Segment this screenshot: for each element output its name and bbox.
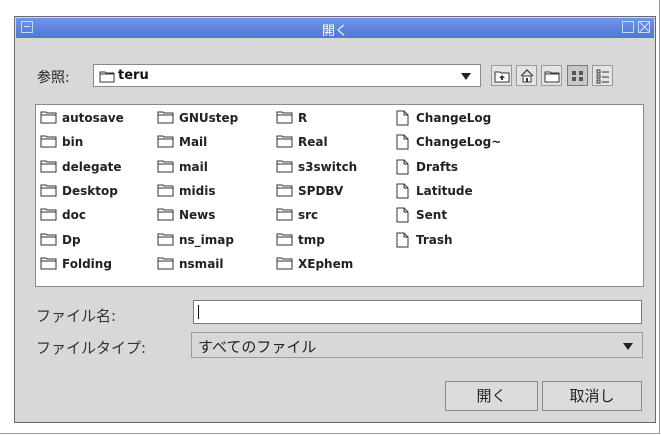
file-list-item-label: Mail bbox=[179, 135, 208, 150]
folder-icon bbox=[40, 160, 57, 173]
folder-icon bbox=[276, 184, 293, 197]
file-list-item-label: Folding bbox=[62, 256, 112, 271]
look-in-value: teru bbox=[118, 68, 149, 83]
file-list-item-label: tmp bbox=[298, 232, 325, 247]
file-list-item-label: autosave bbox=[62, 111, 124, 125]
folder-icon bbox=[40, 257, 57, 270]
file-list-item-label: Drafts bbox=[416, 159, 459, 174]
file-list[interactable]: autosave bin delegate Desktop doc Dp Folding GN… bbox=[35, 104, 644, 287]
file-list-item-label: bin bbox=[62, 135, 84, 150]
file-list-item-label: ChangeLog bbox=[416, 111, 492, 125]
file-list-item-label: SPDBV bbox=[298, 183, 344, 198]
look-in-label: 参照: bbox=[37, 70, 70, 86]
title-bar[interactable]: 開く bbox=[16, 18, 654, 39]
file-name-input[interactable] bbox=[193, 300, 642, 324]
folder-icon bbox=[157, 208, 174, 221]
file-list-item-label: Real bbox=[298, 135, 328, 150]
file-icon bbox=[396, 207, 409, 223]
open-file-dialog: 開く 参照: teru autosave bin delegate Deskto… bbox=[14, 16, 656, 423]
folder-icon bbox=[276, 233, 293, 245]
folder-icon bbox=[157, 111, 174, 124]
details-view-button[interactable] bbox=[592, 65, 613, 86]
folder-icon bbox=[40, 184, 57, 197]
chevron-down-icon bbox=[623, 343, 633, 350]
file-list-item-label: ns_imap bbox=[179, 232, 234, 247]
new-folder-button[interactable] bbox=[541, 65, 562, 86]
file-list-item-label: Trash bbox=[416, 232, 453, 247]
file-icon bbox=[396, 134, 409, 150]
folder-icon bbox=[157, 135, 174, 148]
folder-icon bbox=[40, 111, 57, 124]
new-folder-icon bbox=[544, 71, 560, 83]
file-icon bbox=[396, 183, 409, 199]
close-icon[interactable] bbox=[638, 21, 650, 33]
file-list-item-label: Sent bbox=[416, 208, 448, 223]
file-icon bbox=[396, 232, 409, 247]
file-list-item-label: delegate bbox=[62, 159, 122, 174]
folder-icon bbox=[276, 257, 293, 270]
maximize-icon[interactable] bbox=[622, 21, 634, 33]
file-list-item-label: src bbox=[298, 208, 319, 223]
file-type-label: ファイルタイプ: bbox=[36, 339, 147, 357]
file-list-item-label: Latitude bbox=[416, 183, 473, 198]
folder-icon bbox=[157, 184, 174, 197]
folder-icon bbox=[40, 135, 57, 148]
file-list-item-label: nsmail bbox=[179, 256, 224, 271]
list-view-button[interactable] bbox=[567, 65, 588, 86]
file-list-item-label: ChangeLog~ bbox=[416, 135, 502, 150]
window-title: 開く bbox=[321, 24, 348, 39]
folder-icon bbox=[40, 208, 57, 221]
folder-icon bbox=[40, 233, 57, 245]
file-type-combo[interactable]: すべてのファイル bbox=[191, 332, 643, 358]
file-list-item-label: News bbox=[179, 208, 216, 223]
home-icon bbox=[520, 69, 534, 83]
text-caret bbox=[198, 305, 199, 319]
home-button[interactable] bbox=[516, 65, 537, 86]
folder-icon bbox=[276, 111, 293, 124]
file-icon bbox=[396, 110, 409, 126]
open-button[interactable]: 開く bbox=[445, 381, 538, 411]
details-view-icon bbox=[596, 69, 609, 84]
file-type-value: すべてのファイル bbox=[198, 338, 317, 356]
up-folder-icon bbox=[494, 71, 510, 83]
list-view-icon bbox=[572, 71, 583, 81]
file-list-item-label: R bbox=[298, 111, 308, 125]
file-icon bbox=[396, 159, 409, 175]
folder-icon bbox=[99, 71, 115, 83]
file-name-label: ファイル名: bbox=[36, 307, 117, 325]
folder-icon bbox=[157, 160, 174, 173]
cancel-button[interactable]: 取消し bbox=[542, 381, 642, 411]
folder-icon bbox=[157, 233, 174, 245]
chevron-down-icon bbox=[461, 73, 471, 80]
file-list-item-label: XEphem bbox=[298, 256, 354, 271]
up-folder-button[interactable] bbox=[491, 65, 512, 86]
file-list-item-label: mail bbox=[179, 159, 208, 174]
file-list-item-label: Dp bbox=[62, 232, 81, 247]
file-list-item-label: midis bbox=[179, 183, 216, 198]
file-list-item-label: doc bbox=[62, 208, 86, 223]
file-list-item-label: GNUstep bbox=[179, 111, 239, 125]
file-list-item-label: s3switch bbox=[298, 159, 358, 174]
folder-icon bbox=[276, 208, 293, 221]
look-in-combo[interactable]: teru bbox=[93, 64, 481, 87]
folder-icon bbox=[276, 160, 293, 173]
file-list-item-label: Desktop bbox=[62, 183, 118, 198]
folder-icon bbox=[157, 257, 174, 270]
folder-icon bbox=[276, 135, 293, 148]
